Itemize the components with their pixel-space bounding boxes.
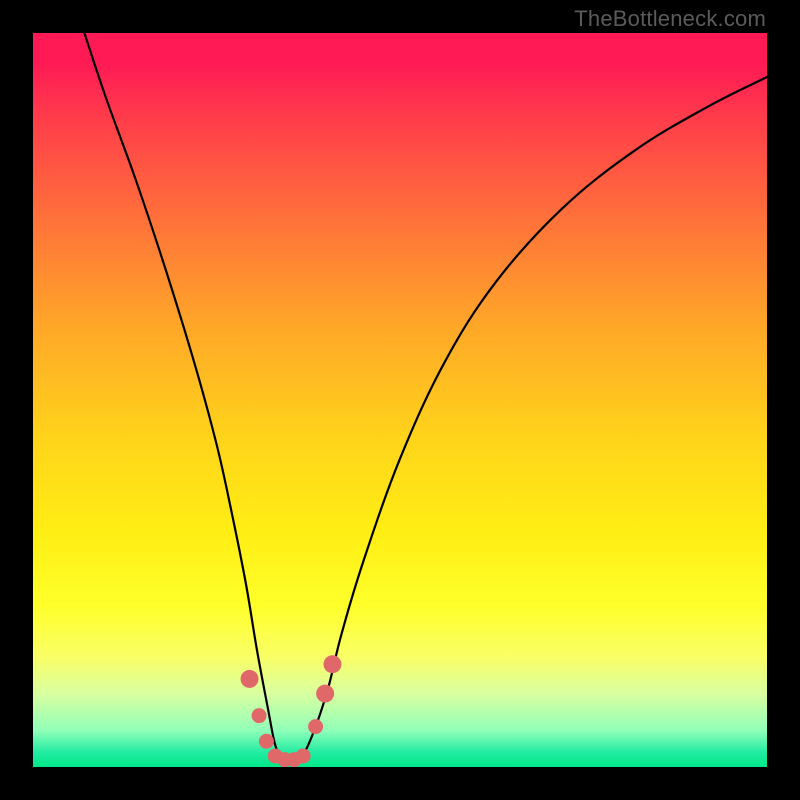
valley-dot [323,655,341,673]
valley-dot [259,734,274,749]
chart-svg [33,33,767,767]
chart-frame: TheBottleneck.com [0,0,800,800]
valley-markers [241,655,342,767]
valley-dot [316,685,334,703]
valley-dot [241,670,259,688]
valley-dot [308,719,323,734]
valley-dot [252,708,267,723]
watermark-text: TheBottleneck.com [574,6,766,32]
v-curve-path [84,33,767,761]
valley-dot [296,748,311,763]
v-curve [84,33,767,761]
plot-area [33,33,767,767]
